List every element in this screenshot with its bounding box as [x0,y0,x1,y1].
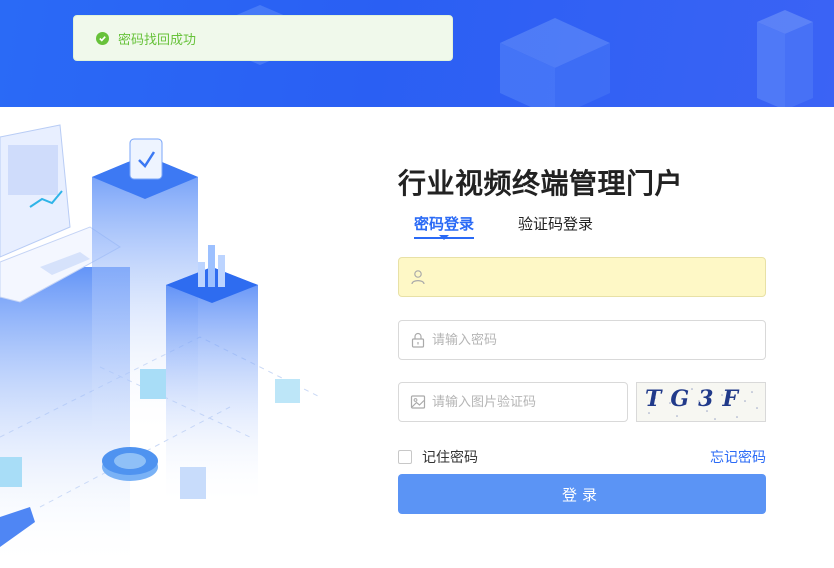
login-button[interactable]: 登录 [398,474,766,514]
username-input[interactable] [430,268,765,286]
login-illustration [0,124,321,568]
active-tab-indicator [439,235,449,240]
remember-password[interactable]: 记住密码 [398,447,478,467]
username-field[interactable] [398,257,766,297]
tab-password-login[interactable]: 密码登录 [414,213,475,239]
remember-checkbox[interactable] [398,450,412,464]
captcha-image[interactable]: TG3F [636,382,766,422]
lock-icon [411,332,425,348]
captcha-text: TG3F [645,386,748,412]
remember-label: 记住密码 [422,450,478,466]
captcha-input[interactable] [430,393,627,411]
captcha-field[interactable] [398,382,628,422]
image-icon [410,395,426,409]
tab-code-login[interactable]: 验证码登录 [518,213,593,234]
decor-cube [757,10,813,107]
forgot-password-link[interactable]: 忘记密码 [710,447,766,467]
check-circle-icon [96,31,109,45]
password-input[interactable] [430,331,765,349]
portal-title: 行业视频终端管理门户 [398,167,684,200]
password-field[interactable] [398,320,766,360]
success-toast: 密码找回成功 [73,15,453,61]
user-icon [411,270,425,285]
decor-cube [500,18,610,107]
toast-message: 密码找回成功 [118,32,197,48]
